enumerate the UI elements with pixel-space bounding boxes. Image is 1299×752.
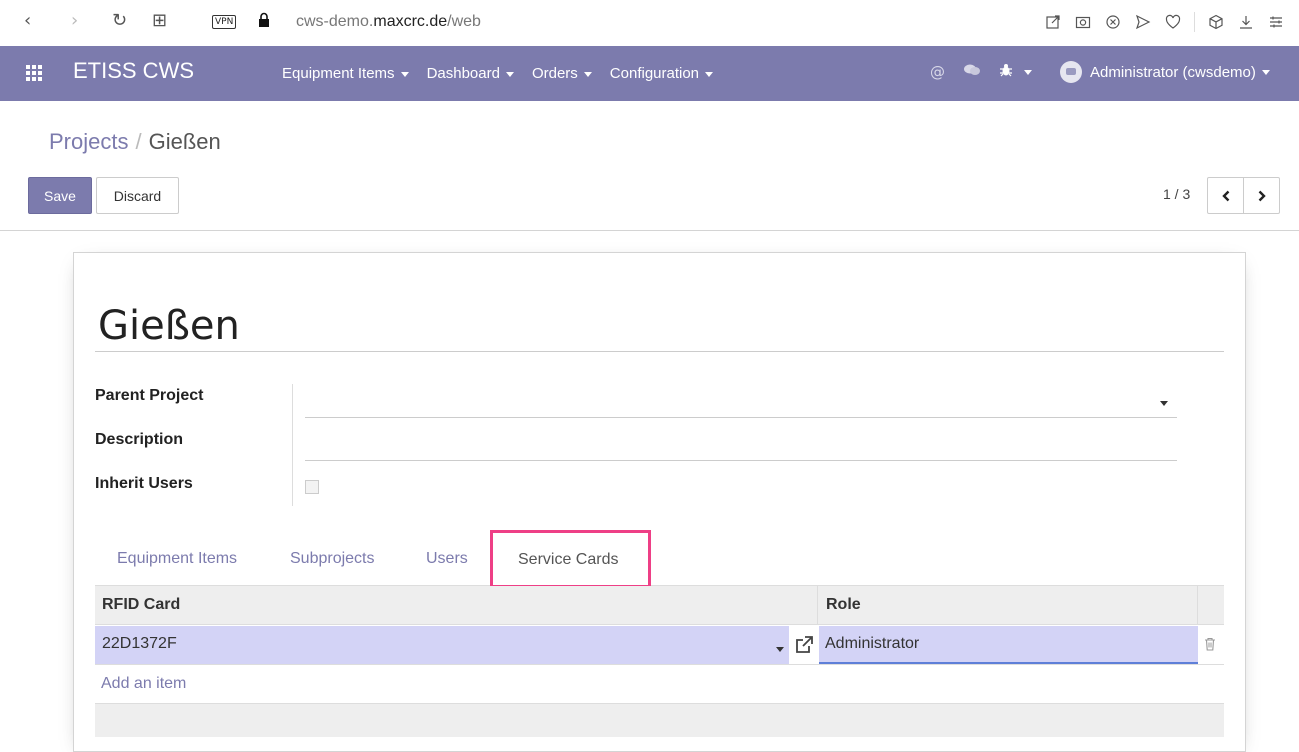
mention-icon[interactable]: @	[930, 63, 945, 81]
add-item-link[interactable]: Add an item	[101, 675, 186, 693]
tab-service-cards-label: Service Cards	[518, 551, 619, 568]
table-header: RFID Card Role	[95, 586, 1224, 625]
cube-icon[interactable]	[1201, 10, 1231, 34]
chevron-down-icon	[583, 71, 592, 77]
discard-button[interactable]: Discard	[96, 177, 179, 214]
description-label: Description	[95, 431, 184, 448]
external-link-icon[interactable]	[789, 626, 819, 664]
rfid-card-input[interactable]: 22D1372F	[102, 635, 177, 653]
chevron-left-icon	[1221, 190, 1229, 201]
pager-next-button[interactable]	[1243, 177, 1280, 214]
browser-toolbar: ‹ › ↻ ⊞ VPN cws-demo.maxcrc.de/web	[0, 0, 1299, 46]
menu-label: Configuration	[609, 65, 700, 82]
chevron-right-icon	[1258, 190, 1266, 201]
breadcrumb-current: Gießen	[148, 129, 221, 154]
vpn-badge[interactable]: VPN	[212, 15, 237, 29]
chevron-down-icon[interactable]	[776, 647, 784, 652]
user-name: Administrator (cwsdemo)	[1090, 63, 1256, 81]
address-bar[interactable]: cws-demo.maxcrc.de/web	[296, 13, 481, 31]
send-icon[interactable]	[1128, 10, 1158, 34]
url-prefix: cws-demo.	[296, 13, 374, 30]
camera-icon[interactable]	[1068, 10, 1098, 34]
menu-dashboard[interactable]: Dashboard	[427, 65, 514, 82]
column-header-rfid-card[interactable]: RFID Card	[102, 596, 180, 614]
chevron-down-icon	[705, 71, 714, 77]
apps-menu-icon[interactable]	[26, 65, 42, 81]
column-header-role[interactable]: Role	[826, 596, 861, 614]
title-underline	[95, 351, 1224, 352]
lock-icon	[259, 12, 269, 27]
systray: @	[930, 63, 1050, 81]
chevron-down-icon	[1261, 69, 1270, 75]
role-value: Administrator	[825, 635, 920, 652]
record-title[interactable]: Gießen	[98, 303, 240, 349]
browser-toolbar-icons	[1038, 10, 1291, 34]
tab-equipment-items[interactable]: Equipment Items	[117, 550, 237, 568]
menu-equipment-items[interactable]: Equipment Items	[282, 65, 409, 82]
reload-icon[interactable]: ↻	[112, 10, 127, 31]
share-icon[interactable]	[1038, 10, 1068, 34]
breadcrumb-projects[interactable]: Projects	[49, 129, 128, 154]
inherit-users-checkbox[interactable]	[305, 480, 319, 494]
settings-icon[interactable]	[1261, 10, 1291, 34]
chevron-down-icon	[1023, 70, 1032, 75]
bug-icon[interactable]	[999, 63, 1032, 81]
chevron-down-icon[interactable]	[1160, 401, 1168, 406]
tab-users[interactable]: Users	[426, 550, 468, 568]
parent-project-field[interactable]	[305, 417, 1177, 418]
tab-service-cards[interactable]: Service Cards	[490, 530, 651, 588]
column-divider	[817, 586, 818, 625]
row-divider	[95, 664, 1224, 665]
parent-project-label: Parent Project	[95, 387, 204, 404]
save-button[interactable]: Save	[28, 177, 92, 214]
role-input[interactable]: Administrator	[819, 626, 1198, 664]
breadcrumb-separator: /	[135, 129, 142, 154]
top-menu: Equipment Items Dashboard Orders Configu…	[282, 65, 731, 82]
toolbar-divider	[1194, 12, 1195, 32]
url-domain: maxcrc.de	[373, 13, 448, 30]
menu-label: Orders	[531, 65, 578, 82]
app-brand[interactable]: ETISS CWS	[73, 58, 194, 84]
heart-icon[interactable]	[1158, 10, 1188, 34]
chevron-down-icon	[505, 71, 514, 77]
pager-value: 1 / 3	[1163, 186, 1191, 202]
tab-grid-icon[interactable]: ⊞	[152, 10, 167, 31]
tab-subprojects[interactable]: Subprojects	[290, 550, 375, 568]
field-label-divider	[292, 384, 293, 506]
inherit-users-label: Inherit Users	[95, 475, 193, 492]
control-panel-divider	[0, 230, 1299, 231]
main-navbar: ETISS CWS Equipment Items Dashboard Orde…	[0, 46, 1299, 101]
forward-icon[interactable]: ›	[71, 10, 78, 31]
close-circle-icon[interactable]	[1098, 10, 1128, 34]
menu-label: Equipment Items	[282, 65, 395, 82]
description-field[interactable]	[305, 460, 1177, 461]
trash-icon[interactable]	[1204, 637, 1216, 651]
user-menu[interactable]: Administrator (cwsdemo)	[1060, 61, 1270, 83]
chat-icon[interactable]	[963, 63, 981, 81]
table-footer	[95, 703, 1224, 737]
form-sheet	[73, 252, 1246, 752]
chevron-down-icon	[400, 71, 409, 77]
back-icon[interactable]: ‹	[24, 10, 31, 31]
menu-configuration[interactable]: Configuration	[609, 65, 714, 82]
pager-previous-button[interactable]	[1207, 177, 1244, 214]
download-icon[interactable]	[1231, 10, 1261, 34]
menu-orders[interactable]: Orders	[532, 65, 592, 82]
menu-label: Dashboard	[426, 65, 500, 82]
url-path: /web	[447, 13, 481, 30]
avatar	[1060, 61, 1082, 83]
column-divider	[1197, 586, 1198, 625]
breadcrumb: Projects / Gießen	[49, 129, 221, 155]
